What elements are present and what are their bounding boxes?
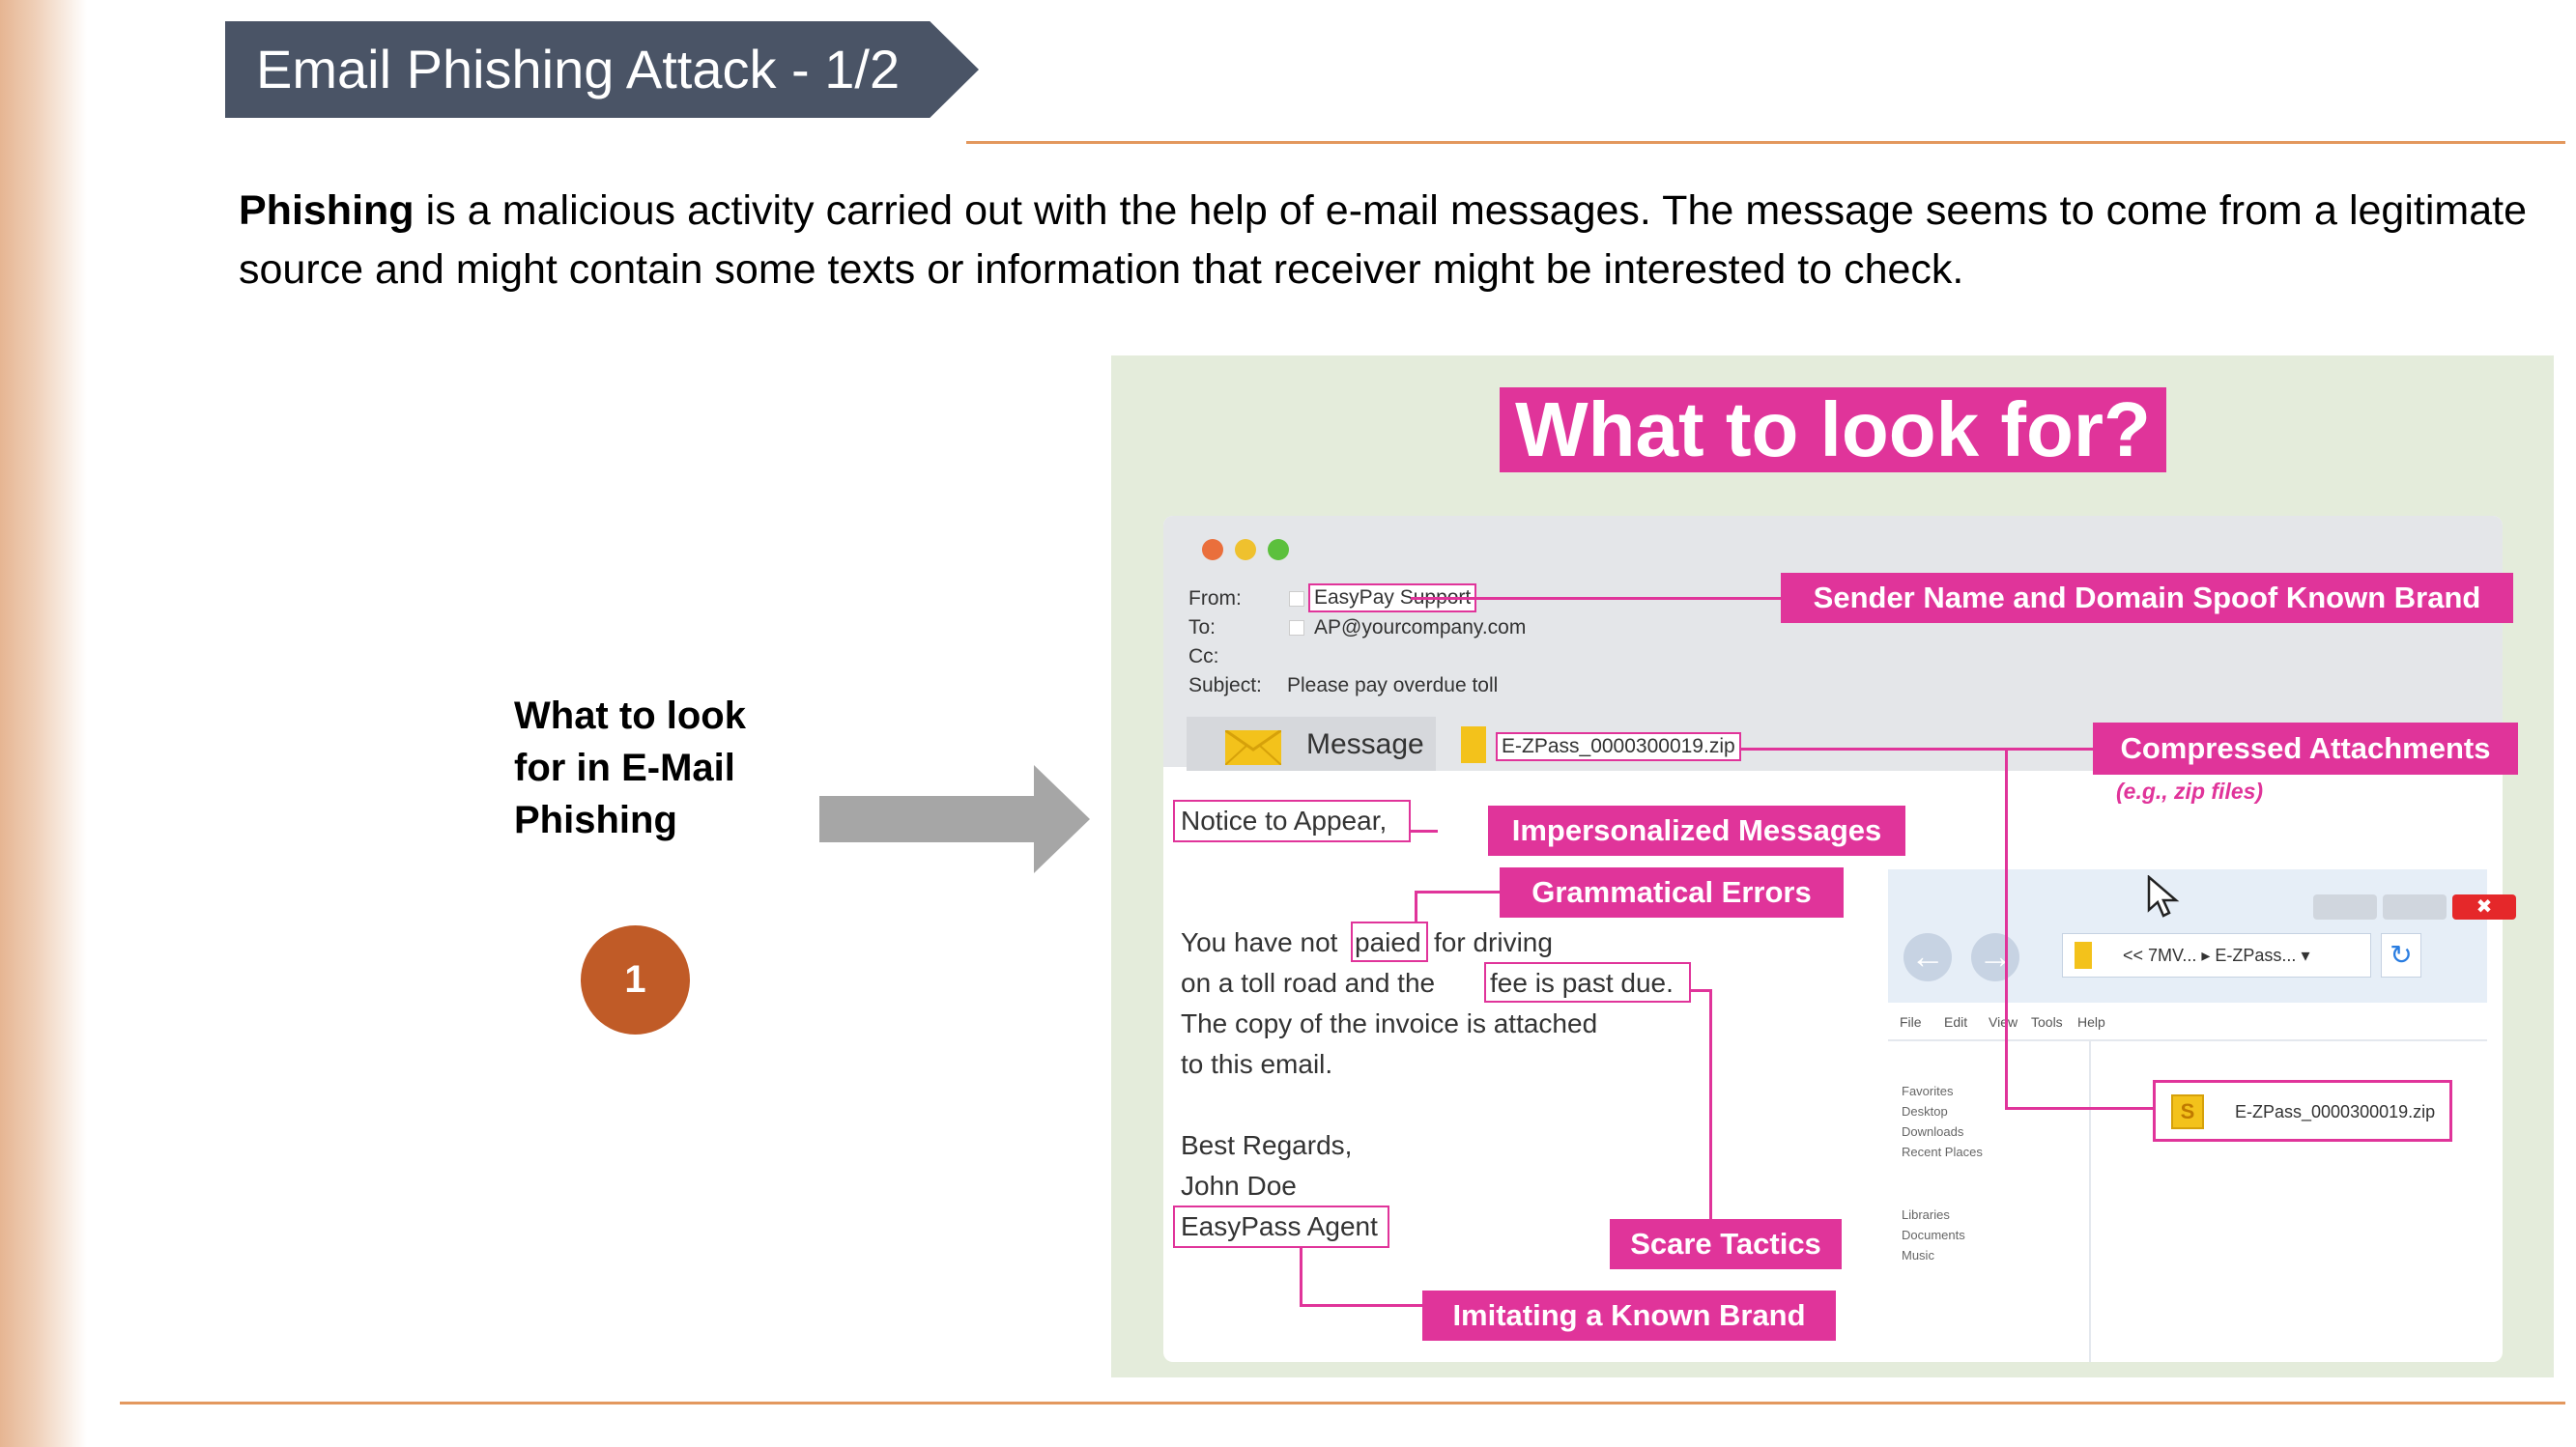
tree-item-recent-places[interactable]: Recent Places xyxy=(1902,1145,1983,1159)
phishing-infographic: What to look for? From: EasyPay Support … xyxy=(1111,355,2554,1377)
intro-term: Phishing xyxy=(239,187,415,234)
left-heading: What to look for in E-Mail Phishing xyxy=(514,690,804,846)
folder-icon xyxy=(2075,942,2092,969)
footer-divider-line xyxy=(120,1402,2565,1404)
zip-file-icon: S xyxy=(2171,1094,2204,1129)
infographic-title: What to look for? xyxy=(1500,387,2166,472)
step-badge: 1 xyxy=(581,925,690,1035)
tree-item-music[interactable]: Music xyxy=(1902,1248,1934,1263)
menu-file[interactable]: File xyxy=(1900,1014,1922,1030)
right-arrow-icon xyxy=(819,765,1090,873)
left-heading-line-1: What to look xyxy=(514,695,746,737)
window-close-dot[interactable] xyxy=(1202,539,1223,560)
to-checkbox[interactable] xyxy=(1289,620,1304,636)
body-line-1b: for driving xyxy=(1434,927,1553,957)
message-tab[interactable]: Message xyxy=(1187,717,1436,771)
explorer-maximize-button[interactable] xyxy=(2383,894,2447,920)
decorative-side-strip xyxy=(0,0,87,1447)
menu-tools[interactable]: Tools xyxy=(2031,1014,2063,1030)
zip-file-item[interactable]: S E-ZPass_0000300019.zip xyxy=(2153,1080,2452,1142)
tree-item-documents[interactable]: Documents xyxy=(1902,1228,1965,1242)
window-maximize-dot[interactable] xyxy=(1268,539,1289,560)
brand-connector-drop xyxy=(1300,1248,1302,1306)
callout-sender-spoof: Sender Name and Domain Spoof Known Brand xyxy=(1781,573,2513,623)
slide-title: Email Phishing Attack - 1/2 xyxy=(225,21,979,118)
tree-item-desktop[interactable]: Desktop xyxy=(1902,1104,1948,1119)
tree-item-downloads[interactable]: Downloads xyxy=(1902,1124,1963,1139)
to-label: To: xyxy=(1188,616,1216,638)
address-bar[interactable]: << 7MV... ▸ E-ZPass... ▾ xyxy=(2062,933,2371,978)
to-value: AP@yourcompany.com xyxy=(1314,616,1527,638)
intro-paragraph: Phishing is a malicious activity carried… xyxy=(239,182,2527,299)
explorer-minimize-button[interactable] xyxy=(2313,894,2377,920)
callout-grammatical-errors: Grammatical Errors xyxy=(1500,867,1844,918)
body-line-3: The copy of the invoice is attached xyxy=(1181,1008,1598,1038)
title-divider-line xyxy=(966,141,2565,144)
explorer-pane-divider xyxy=(2089,1039,2091,1362)
window-minimize-dot[interactable] xyxy=(1235,539,1256,560)
left-heading-line-3: Phishing xyxy=(514,799,677,841)
callout-impersonalized-messages: Impersonalized Messages xyxy=(1488,806,1905,856)
forward-arrow-icon[interactable]: → xyxy=(1971,933,2019,981)
body-line-4: to this email. xyxy=(1181,1049,1333,1079)
back-arrow-icon[interactable]: ← xyxy=(1903,933,1952,981)
refresh-icon[interactable]: ↻ xyxy=(2381,933,2421,978)
misspelled-word: paied xyxy=(1355,927,1421,957)
attachment-chip[interactable]: E-ZPass_0000300019.zip xyxy=(1496,732,1741,761)
body-line-2a: on a toll road and the xyxy=(1181,968,1436,998)
menu-help[interactable]: Help xyxy=(2077,1014,2105,1030)
zip-file-name: E-ZPass_0000300019.zip xyxy=(2235,1102,2436,1121)
message-tab-label: Message xyxy=(1306,728,1424,760)
sender-name-text: John Doe xyxy=(1181,1171,1297,1201)
body-line-1a: You have not xyxy=(1181,927,1338,957)
subject-value: Please pay overdue toll xyxy=(1287,674,1499,696)
zip-folder-icon xyxy=(1461,726,1486,763)
envelope-icon xyxy=(1225,730,1281,765)
tree-item-favorites[interactable]: Favorites xyxy=(1902,1084,1953,1098)
attachment-connector-end xyxy=(2005,1107,2154,1110)
left-heading-line-2: for in E-Mail xyxy=(514,747,735,789)
explorer-divider xyxy=(1888,1039,2487,1041)
callout-compressed-attachments: Compressed Attachments xyxy=(2093,723,2518,775)
tree-item-libraries[interactable]: Libraries xyxy=(1902,1207,1950,1222)
body-scare-phrase: fee is past due. xyxy=(1490,968,1674,998)
file-explorer-window: ✖ ← → << 7MV... ▸ E-ZPass... ▾ ↻ File Ed… xyxy=(1888,869,2516,1362)
greeting-text: Notice to Appear, xyxy=(1181,806,1388,836)
subject-label: Subject: xyxy=(1188,674,1262,696)
intro-text: is a malicious activity carried out with… xyxy=(239,187,2527,293)
impersonal-connector-line xyxy=(1409,830,1438,833)
grammar-connector-drop xyxy=(1415,891,1417,922)
callout-scare-tactics: Scare Tactics xyxy=(1610,1219,1842,1269)
from-checkbox[interactable] xyxy=(1289,591,1304,607)
signature-text: EasyPass Agent xyxy=(1181,1211,1378,1241)
attachment-connector-drop xyxy=(2005,748,2008,1109)
from-label: From: xyxy=(1188,587,1242,610)
cc-label: Cc: xyxy=(1188,645,1219,667)
closing-text: Best Regards, xyxy=(1181,1130,1353,1160)
explorer-close-icon[interactable]: ✖ xyxy=(2452,894,2516,920)
callout-imitating-brand: Imitating a Known Brand xyxy=(1422,1291,1836,1341)
attachments-note: (e.g., zip files) xyxy=(2116,779,2264,804)
mouse-cursor-icon xyxy=(2147,875,2180,918)
address-text: << 7MV... ▸ E-ZPass... ▾ xyxy=(2123,946,2310,965)
menu-edit[interactable]: Edit xyxy=(1944,1014,1967,1030)
menu-view[interactable]: View xyxy=(1989,1014,2018,1030)
